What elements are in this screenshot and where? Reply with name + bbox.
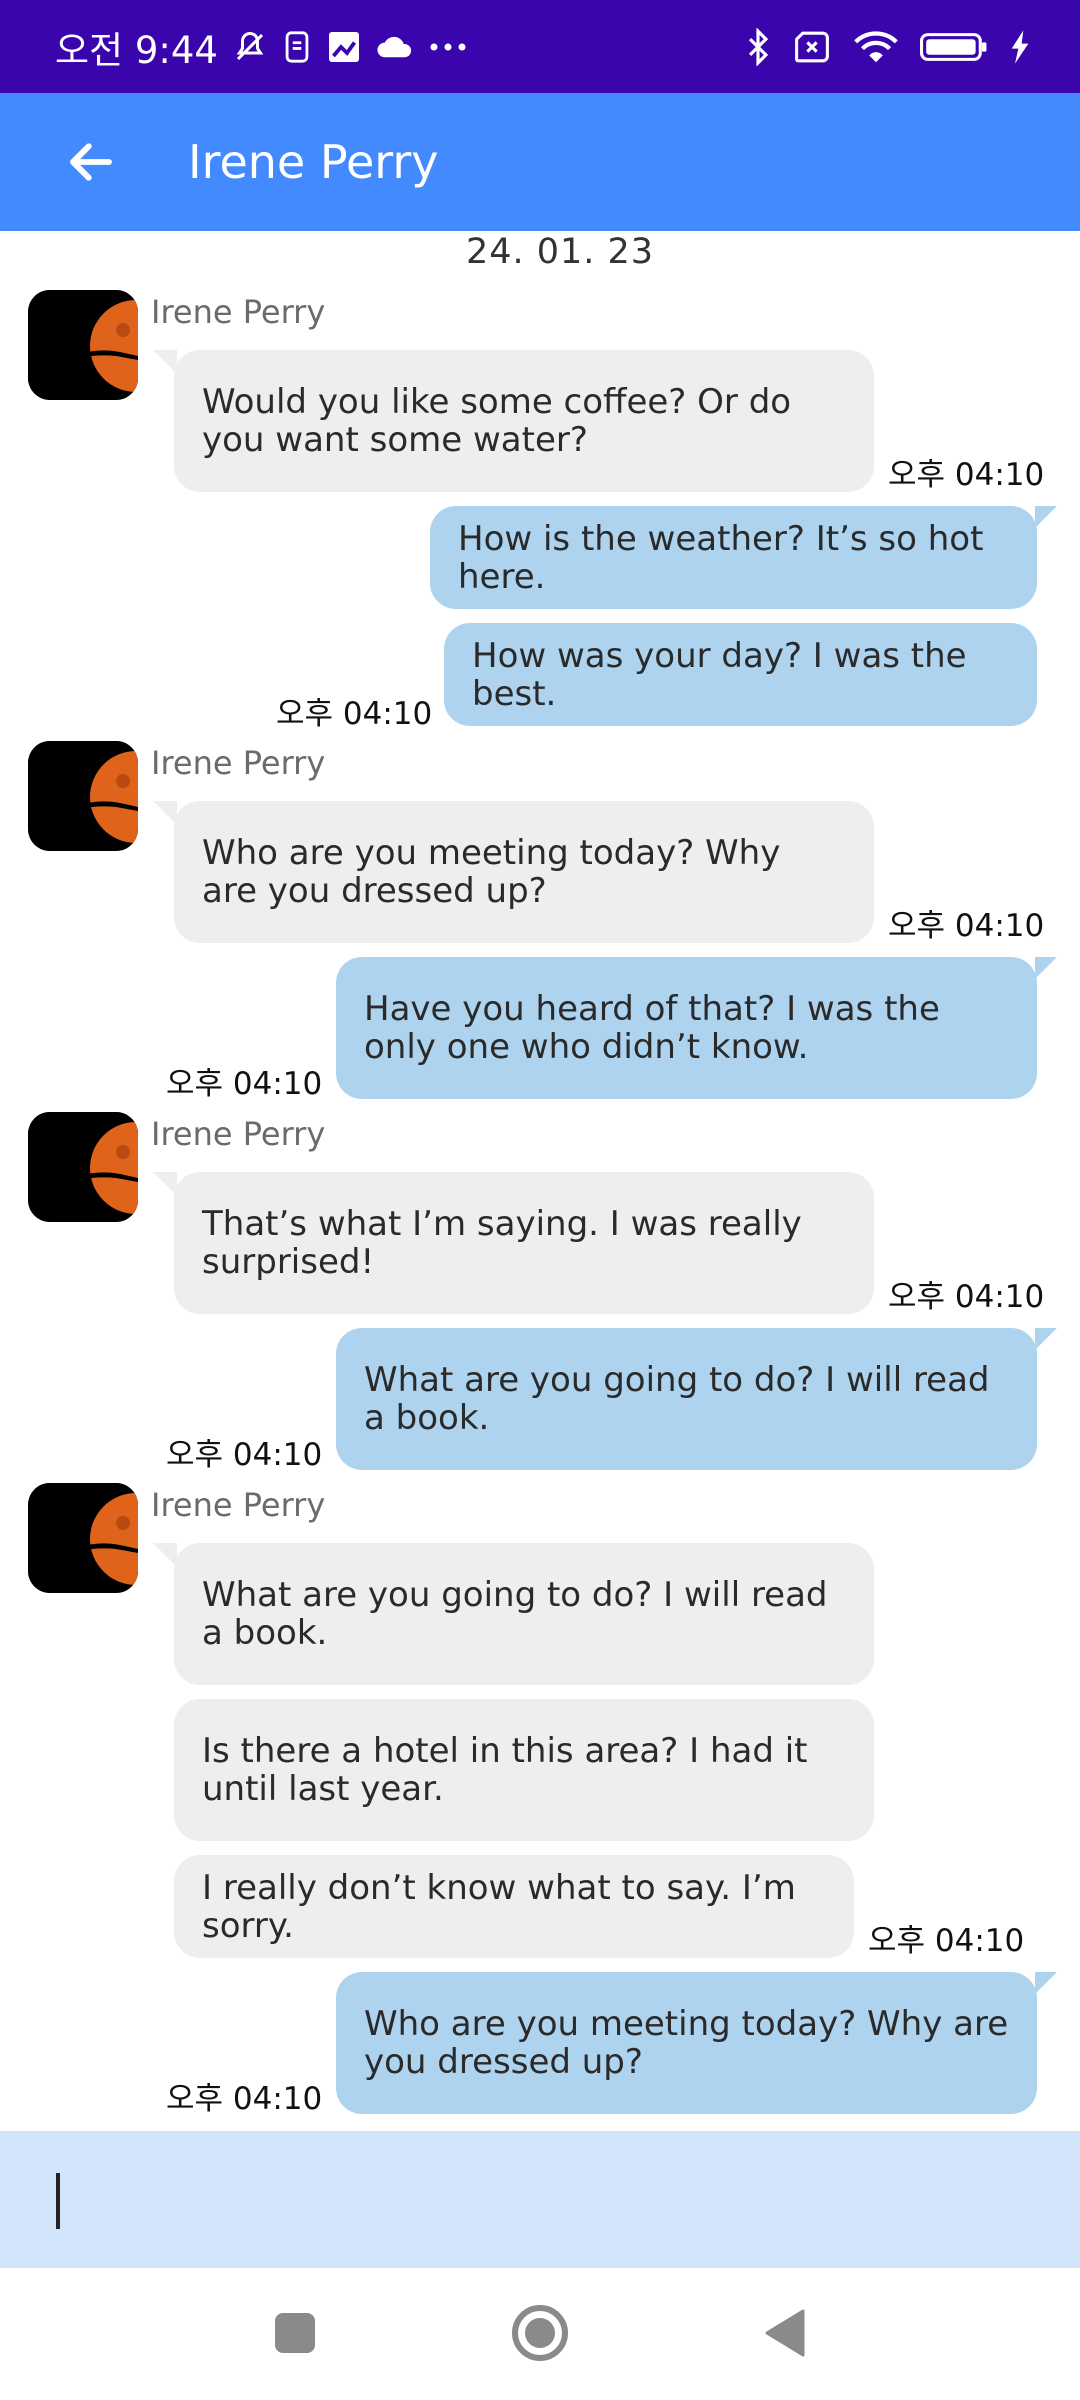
bubble-tail [1035,506,1057,528]
avatar[interactable] [28,1112,138,1222]
back-triangle-icon [765,2309,805,2357]
system-nav-bar [0,2268,1080,2400]
message-text: I really don’t know what to say. I’m sor… [202,1867,796,1946]
message-bubble-incoming[interactable]: What are you going to do? I will read a … [174,1543,874,1685]
message-text: Would you like some coffee? Or do you wa… [202,382,792,460]
bubble-tail [153,801,177,825]
message-text: How is the weather? It’s so hot here. [458,518,984,597]
sender-name: Irene Perry [151,744,326,782]
avatar[interactable] [28,290,138,400]
bubble-tail [1035,1328,1057,1350]
bubble-tail [153,1172,177,1196]
message-time: 오후 04:10 [276,696,433,732]
message-text: Have you heard of that? I was the only o… [364,989,940,1067]
back-nav-button[interactable] [750,2298,820,2368]
message-text: Who are you meeting today? Why are you d… [202,833,781,911]
bubble-tail [153,350,177,374]
message-bubble-incoming[interactable]: Who are you meeting today? Why are you d… [174,801,874,943]
home-circle-icon [512,2305,568,2361]
message-bubble-incoming[interactable]: Is there a hotel in this area? I had it … [174,1699,874,1841]
avatar[interactable] [28,1483,138,1593]
avatar[interactable] [28,741,138,851]
message-time: 오후 04:10 [166,1437,323,1473]
message-text: Who are you meeting today? Why are you d… [364,2004,1009,2082]
message-bubble-outgoing[interactable]: Who are you meeting today? Why are you d… [336,1972,1037,2114]
message-time: 오후 04:10 [888,1279,1045,1315]
home-button[interactable] [505,2298,575,2368]
message-bubble-incoming[interactable]: Would you like some coffee? Or do you wa… [174,350,874,492]
message-text: Is there a hotel in this area? I had it … [202,1731,808,1809]
bubble-tail [1035,1972,1057,1994]
message-text: What are you going to do? I will read a … [364,1360,990,1438]
message-bubble-incoming[interactable]: That’s what I’m saying. I was really sur… [174,1172,874,1314]
sender-name: Irene Perry [151,1115,326,1153]
message-text: That’s what I’m saying. I was really sur… [202,1204,802,1282]
message-time: 오후 04:10 [166,1066,323,1102]
message-time: 오후 04:10 [888,457,1045,493]
recents-button[interactable] [260,2298,330,2368]
message-text: What are you going to do? I will read a … [202,1575,828,1653]
message-time: 오후 04:10 [868,1923,1025,1959]
message-bubble-outgoing[interactable]: How is the weather? It’s so hot here. [430,506,1037,609]
sender-name: Irene Perry [151,1486,326,1524]
bubble-tail [1035,957,1057,979]
message-time: 오후 04:10 [888,908,1045,944]
text-caret [56,2173,60,2229]
message-text: How was your day? I was the best. [472,635,967,714]
bubble-tail [153,1543,177,1567]
message-input[interactable] [0,2131,1080,2268]
sender-name: Irene Perry [151,293,326,331]
message-list[interactable]: Irene Perry Would you like some coffee? … [0,0,1080,2400]
message-bubble-incoming[interactable]: I really don’t know what to say. I’m sor… [174,1855,854,1958]
message-bubble-outgoing[interactable]: How was your day? I was the best. [444,623,1037,726]
message-bubble-outgoing[interactable]: Have you heard of that? I was the only o… [336,957,1037,1099]
message-time: 오후 04:10 [166,2081,323,2117]
message-bubble-outgoing[interactable]: What are you going to do? I will read a … [336,1328,1037,1470]
recents-square-icon [275,2313,315,2353]
